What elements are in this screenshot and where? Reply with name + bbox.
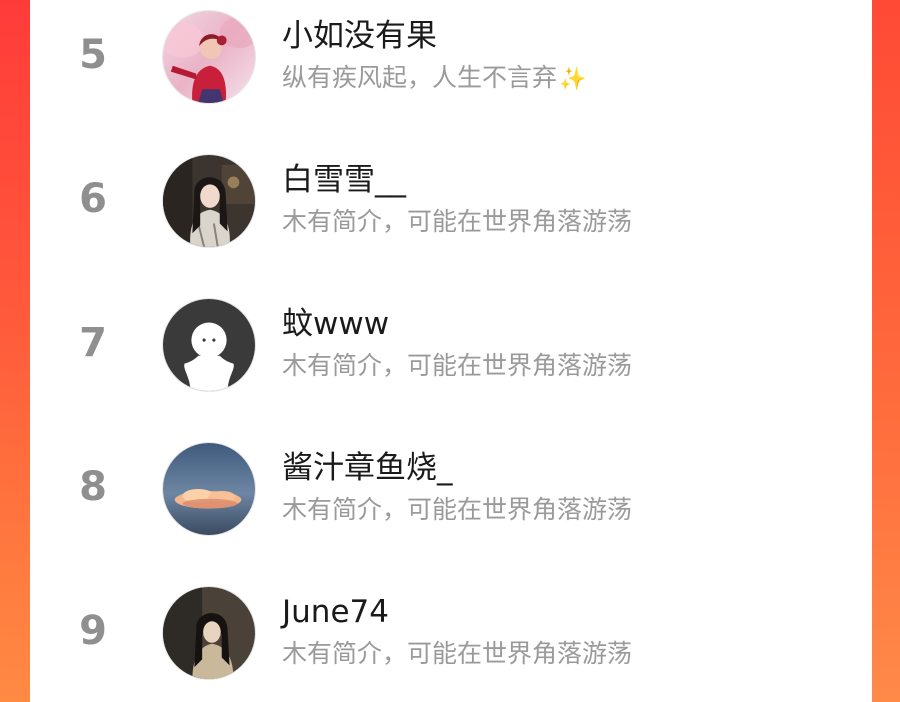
woman-red-costume-avatar-image bbox=[163, 11, 255, 103]
user-name[interactable]: 白雪雪__ bbox=[282, 160, 406, 200]
user-name[interactable]: June74 bbox=[282, 592, 389, 632]
rank-number: 7 bbox=[79, 320, 107, 366]
user-avatar[interactable] bbox=[162, 10, 256, 104]
user-avatar[interactable] bbox=[162, 154, 256, 248]
user-bio: 纵有疾风起，人生不言弃✨ bbox=[282, 61, 586, 97]
user-bio: 木有简介，可能在世界角落游荡 bbox=[282, 495, 633, 524]
user-bio: 木有简介，可能在世界角落游荡 bbox=[282, 639, 633, 668]
ranking-row[interactable]: 5 小如没有果 纵有疾风起，人生不言弃✨ bbox=[30, 0, 872, 110]
user-avatar[interactable] bbox=[162, 586, 256, 680]
ranking-row[interactable]: 8 酱汁章鱼烧_ 木有简介，可能在世界角落游荡 bbox=[30, 432, 872, 542]
rank-number: 9 bbox=[79, 608, 107, 654]
user-name[interactable]: 酱汁章鱼烧_ bbox=[282, 448, 453, 488]
user-name[interactable]: 小如没有果 bbox=[282, 16, 437, 56]
sunset-cloud-avatar-image bbox=[163, 443, 255, 535]
ranking-row[interactable]: 6 白雪雪__ 木有简介，可能在世界角落游荡 bbox=[30, 144, 872, 254]
user-name[interactable]: 蚊www bbox=[282, 304, 389, 344]
dark-portrait-avatar-image bbox=[163, 587, 255, 679]
background-strip bbox=[872, 0, 900, 702]
rank-number: 8 bbox=[79, 464, 107, 510]
user-avatar[interactable] bbox=[162, 442, 256, 536]
user-bio-text: 纵有疾风起，人生不言弃 bbox=[282, 63, 558, 92]
ranking-row[interactable]: 9 June74 木有简介，可能在世界角落游荡 bbox=[30, 576, 872, 686]
rank-number: 6 bbox=[79, 176, 107, 222]
rank-number: 5 bbox=[79, 32, 107, 78]
user-bio: 木有简介，可能在世界角落游荡 bbox=[282, 351, 633, 380]
ranking-list-panel: 5 小如没有果 纵有疾风起，人生不言弃✨ 6 白雪雪__ 木有简介，可能在世界角… bbox=[30, 0, 872, 702]
user-avatar[interactable] bbox=[162, 298, 256, 392]
default-user-avatar-image bbox=[163, 299, 255, 391]
sparkles-icon: ✨ bbox=[559, 67, 587, 92]
ranking-row[interactable]: 7 蚊www 木有简介，可能在世界角落游荡 bbox=[30, 288, 872, 398]
woman-long-hair-avatar-image bbox=[163, 155, 255, 247]
user-bio: 木有简介，可能在世界角落游荡 bbox=[282, 207, 633, 236]
